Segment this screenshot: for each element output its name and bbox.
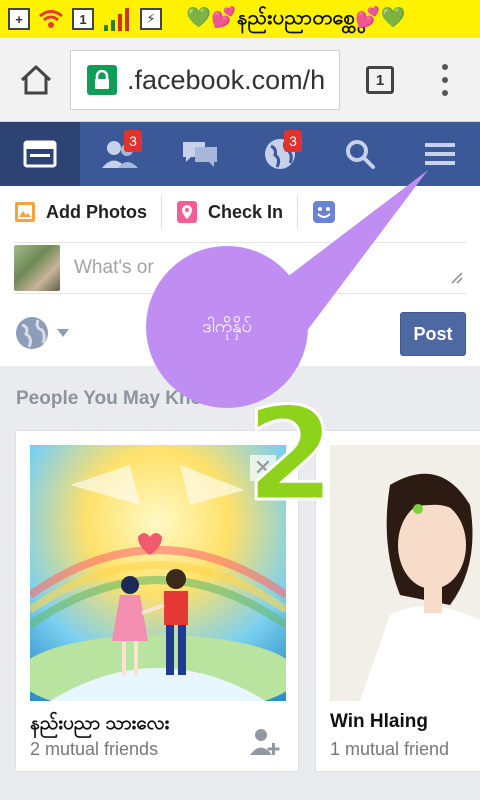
url-bar[interactable]: .facebook.com/h (70, 50, 340, 110)
messages-icon (183, 142, 217, 167)
overflow-menu-icon[interactable] (438, 64, 452, 96)
add-friend-icon[interactable] (250, 727, 282, 757)
avatar (14, 245, 60, 291)
url-text: .facebook.com/h (127, 64, 326, 95)
emoji-icon (313, 201, 336, 223)
add-photos-label: Add Photos (46, 201, 147, 222)
hamburger-icon (425, 143, 455, 165)
resize-handle-icon[interactable] (450, 271, 464, 285)
search-icon (346, 140, 375, 169)
add-photos-button[interactable]: Add Photos (0, 195, 161, 229)
browser-toolbar: .facebook.com/h 1 (0, 38, 480, 122)
step-number: 2 (244, 381, 336, 530)
plus-notification-icon: + (8, 8, 30, 30)
location-pin-icon (177, 201, 197, 223)
pymk-mutual-friends: 1 mutual friend (330, 739, 450, 759)
bubble-text: ဒါကိုနှိပ် (202, 315, 252, 336)
heart-right: 💕💚 (355, 7, 406, 29)
pymk-name[interactable]: နည်းပညာ သားလေး (30, 711, 169, 739)
pymk-card[interactable]: Win Hlaing 1 mutual friend (315, 430, 480, 772)
banner-text: နည်းပညာတစ္ထွေ (236, 7, 356, 29)
home-icon[interactable] (18, 62, 54, 98)
post-button[interactable]: Post (400, 312, 466, 356)
wifi-icon (39, 10, 63, 28)
heart-left: 💚💕 (186, 7, 237, 29)
nav-messages[interactable] (160, 122, 240, 186)
pymk-mutual-friends: 2 mutual friends (30, 739, 159, 759)
notifications-badge: 3 (284, 130, 302, 152)
lock-icon (87, 65, 117, 95)
nav-notifications[interactable]: 3 (240, 122, 320, 186)
newsfeed-icon (23, 140, 57, 168)
globe-icon (16, 317, 48, 349)
signal-icon (104, 8, 129, 31)
pymk-name[interactable]: Win Hlaing (330, 711, 428, 733)
feeling-button[interactable] (297, 195, 360, 229)
facebook-nav-bar: 3 3 (0, 122, 480, 186)
check-in-label: Check In (208, 201, 284, 222)
bottom-strip (0, 790, 480, 800)
tabs-icon[interactable]: 1 (366, 66, 394, 94)
flash-icon: ⚡ (140, 8, 162, 30)
audience-selector[interactable] (14, 315, 70, 351)
composer-actions: Add Photos Check In (0, 186, 480, 238)
nav-news-feed[interactable] (0, 122, 80, 186)
nav-friend-requests[interactable]: 3 (80, 122, 160, 186)
profile-photo[interactable] (330, 445, 480, 701)
status-banner: 💚💕နည်းပညာတစ္ထွေ💕💚 (186, 4, 406, 34)
photo-icon (15, 202, 35, 222)
status-placeholder: What's or (74, 257, 154, 278)
nav-search[interactable] (320, 122, 400, 186)
friend-requests-badge: 3 (124, 130, 142, 152)
nav-menu[interactable] (400, 122, 480, 186)
check-in-button[interactable]: Check In (161, 195, 297, 229)
chevron-down-icon (57, 329, 69, 337)
portrait-photo (330, 445, 480, 701)
status-bar: + 1 ⚡ 💚💕နည်းပညာတစ္ထွေ💕💚 (0, 0, 480, 38)
sim-indicator: 1 (72, 8, 94, 30)
